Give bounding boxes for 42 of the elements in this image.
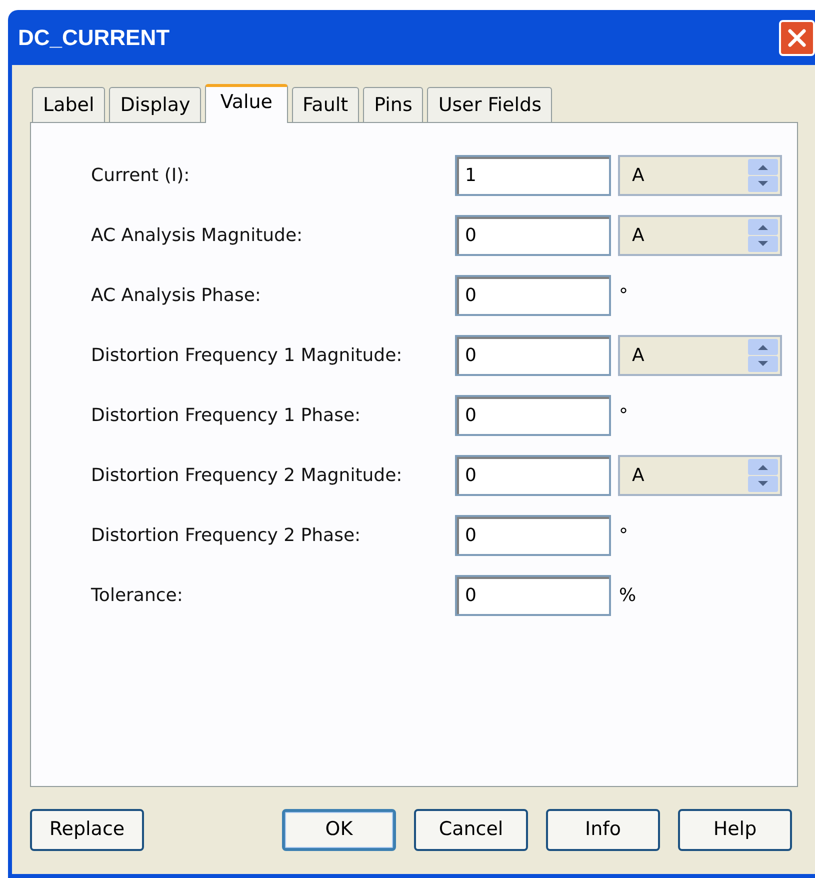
- dialog-button[interactable]: Replace: [30, 808, 144, 850]
- dialog-button[interactable]: Help: [678, 808, 792, 850]
- close-icon: [787, 28, 807, 48]
- field-label: AC Analysis Phase:: [90, 284, 262, 308]
- input-field[interactable]: 1: [455, 155, 611, 196]
- unit-label: %: [619, 584, 636, 608]
- field-label: Distortion Frequency 2 Phase:: [90, 524, 362, 548]
- field-label: Distortion Frequency 1 Phase:: [90, 404, 362, 428]
- unit-spinner[interactable]: A: [618, 455, 782, 496]
- close-button[interactable]: [779, 20, 815, 56]
- tab[interactable]: Value: [205, 84, 288, 123]
- unit-spinner[interactable]: A: [618, 215, 782, 256]
- tab[interactable]: Label: [32, 87, 106, 122]
- spin-arrows-icon[interactable]: [748, 219, 778, 252]
- dialog-button[interactable]: Info: [546, 808, 660, 850]
- spin-arrows-icon[interactable]: [748, 159, 778, 192]
- unit-spinner[interactable]: A: [618, 155, 782, 196]
- input-field[interactable]: 0: [455, 275, 611, 316]
- dialog-button[interactable]: OK: [282, 808, 396, 850]
- spin-arrows-icon[interactable]: [748, 459, 778, 492]
- tab[interactable]: Pins: [363, 87, 424, 122]
- tab[interactable]: Display: [109, 87, 202, 122]
- field-label: Distortion Frequency 2 Magnitude:: [90, 464, 404, 488]
- spin-arrows-icon[interactable]: [748, 339, 778, 372]
- tab[interactable]: Fault: [292, 87, 360, 122]
- input-field[interactable]: 0: [455, 215, 611, 256]
- input-field[interactable]: 0: [455, 455, 611, 496]
- unit-label: °: [619, 284, 628, 308]
- input-field[interactable]: 0: [455, 515, 611, 556]
- field-label: Tolerance:: [90, 584, 184, 608]
- field-label: AC Analysis Magnitude:: [90, 224, 304, 248]
- field-label: Current (I):: [90, 164, 191, 188]
- unit-label: °: [619, 524, 628, 548]
- input-field[interactable]: 0: [455, 575, 611, 616]
- window-title: DC_CURRENT: [18, 24, 170, 52]
- unit-spinner[interactable]: A: [618, 335, 782, 376]
- unit-label: °: [619, 404, 628, 428]
- dialog-button[interactable]: Cancel: [414, 808, 528, 850]
- input-field[interactable]: 0: [455, 395, 611, 436]
- input-field[interactable]: 0: [455, 335, 611, 376]
- field-label: Distortion Frequency 1 Magnitude:: [90, 344, 404, 368]
- tab[interactable]: User Fields: [427, 87, 552, 122]
